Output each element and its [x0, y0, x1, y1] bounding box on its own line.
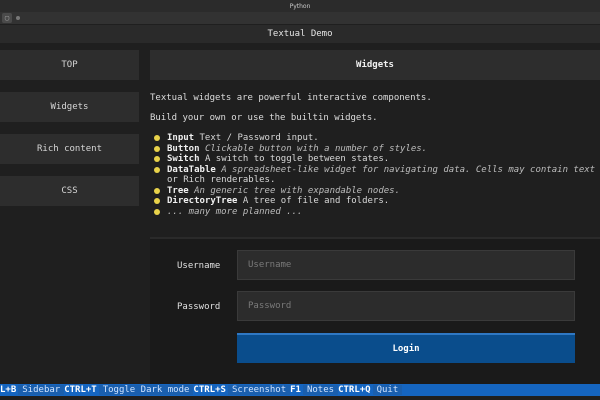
key-screenshot[interactable]: CTRL+S — [193, 385, 228, 395]
sidebar-item-css[interactable]: CSS — [0, 176, 139, 206]
binding-dark-mode[interactable]: Toggle Dark mode — [98, 385, 194, 395]
sidebar-item-label: TOP — [61, 60, 78, 70]
binding-sidebar[interactable]: Sidebar — [18, 385, 65, 395]
window-title: Python — [289, 2, 311, 10]
bullet-icon — [154, 166, 160, 173]
main-content: Widgets Textual widgets are powerful int… — [150, 44, 600, 386]
binding-notes[interactable]: Notes — [302, 385, 339, 395]
list-item: Switch A switch to toggle between states… — [154, 154, 600, 165]
list-item: DirectoryTree A tree of file and folders… — [154, 196, 600, 207]
bullet-icon — [154, 135, 160, 141]
key-notes[interactable]: F1 — [290, 385, 303, 395]
bullet-icon — [154, 198, 160, 204]
intro-text: Textual widgets are powerful interactive… — [150, 93, 432, 103]
sidebar-item-label: Widgets — [50, 102, 89, 112]
terminal-tab-icon[interactable]: ▢ — [2, 13, 12, 23]
list-item: Button Clickable button with a number of… — [154, 144, 600, 155]
login-form: Username Password Login — [150, 237, 600, 386]
binding-screenshot[interactable]: Screenshot — [227, 385, 291, 395]
sidebar-item-top[interactable]: TOP — [0, 50, 139, 80]
password-input[interactable] — [237, 291, 575, 321]
list-item: Tree An generic tree with expandable nod… — [154, 186, 600, 197]
password-label: Password — [177, 302, 221, 312]
list-item: Input Text / Password input. — [154, 133, 600, 144]
bullet-icon — [154, 208, 160, 215]
bullet-icon — [154, 156, 160, 162]
username-input[interactable] — [237, 250, 575, 280]
sidebar-item-label: CSS — [61, 186, 78, 196]
app-title: Textual Demo — [267, 29, 333, 39]
bottom-edge — [0, 396, 600, 400]
username-label: Username — [177, 261, 221, 271]
bullet-icon — [154, 187, 160, 194]
widget-list: Input Text / Password input. Button Clic… — [154, 133, 600, 217]
section-title: Widgets — [150, 50, 600, 80]
binding-quit[interactable]: Quit — [372, 385, 403, 395]
sidebar-item-label: Rich content — [36, 144, 103, 154]
footer-keybindings: L+B Sidebar CTRL+T Toggle Dark mode CTRL… — [0, 384, 600, 396]
list-item: ... many more planned ... — [154, 207, 600, 218]
os-tab-strip: ▢ — [0, 12, 600, 24]
bullet-icon — [154, 145, 160, 152]
key-sidebar[interactable]: L+B — [0, 385, 18, 395]
key-quit[interactable]: CTRL+Q — [338, 385, 373, 395]
app-window: Python ▢ Textual Demo TOP Widgets Rich c… — [0, 0, 600, 400]
sidebar-item-rich-content[interactable]: Rich content — [0, 134, 139, 164]
login-button[interactable]: Login — [237, 333, 575, 363]
list-item: DataTable A spreadsheet-like widget for … — [154, 165, 600, 186]
list-item-continuation: or Rich renderables. — [167, 175, 276, 185]
sidebar: TOP Widgets Rich content CSS — [0, 44, 140, 384]
intro-text-2: Build your own or use the builtin widget… — [150, 113, 378, 123]
sidebar-item-widgets[interactable]: Widgets — [0, 92, 139, 122]
tab-dot-icon — [16, 16, 20, 20]
app-header: Textual Demo — [0, 25, 600, 43]
key-dark-mode[interactable]: CTRL+T — [64, 385, 99, 395]
